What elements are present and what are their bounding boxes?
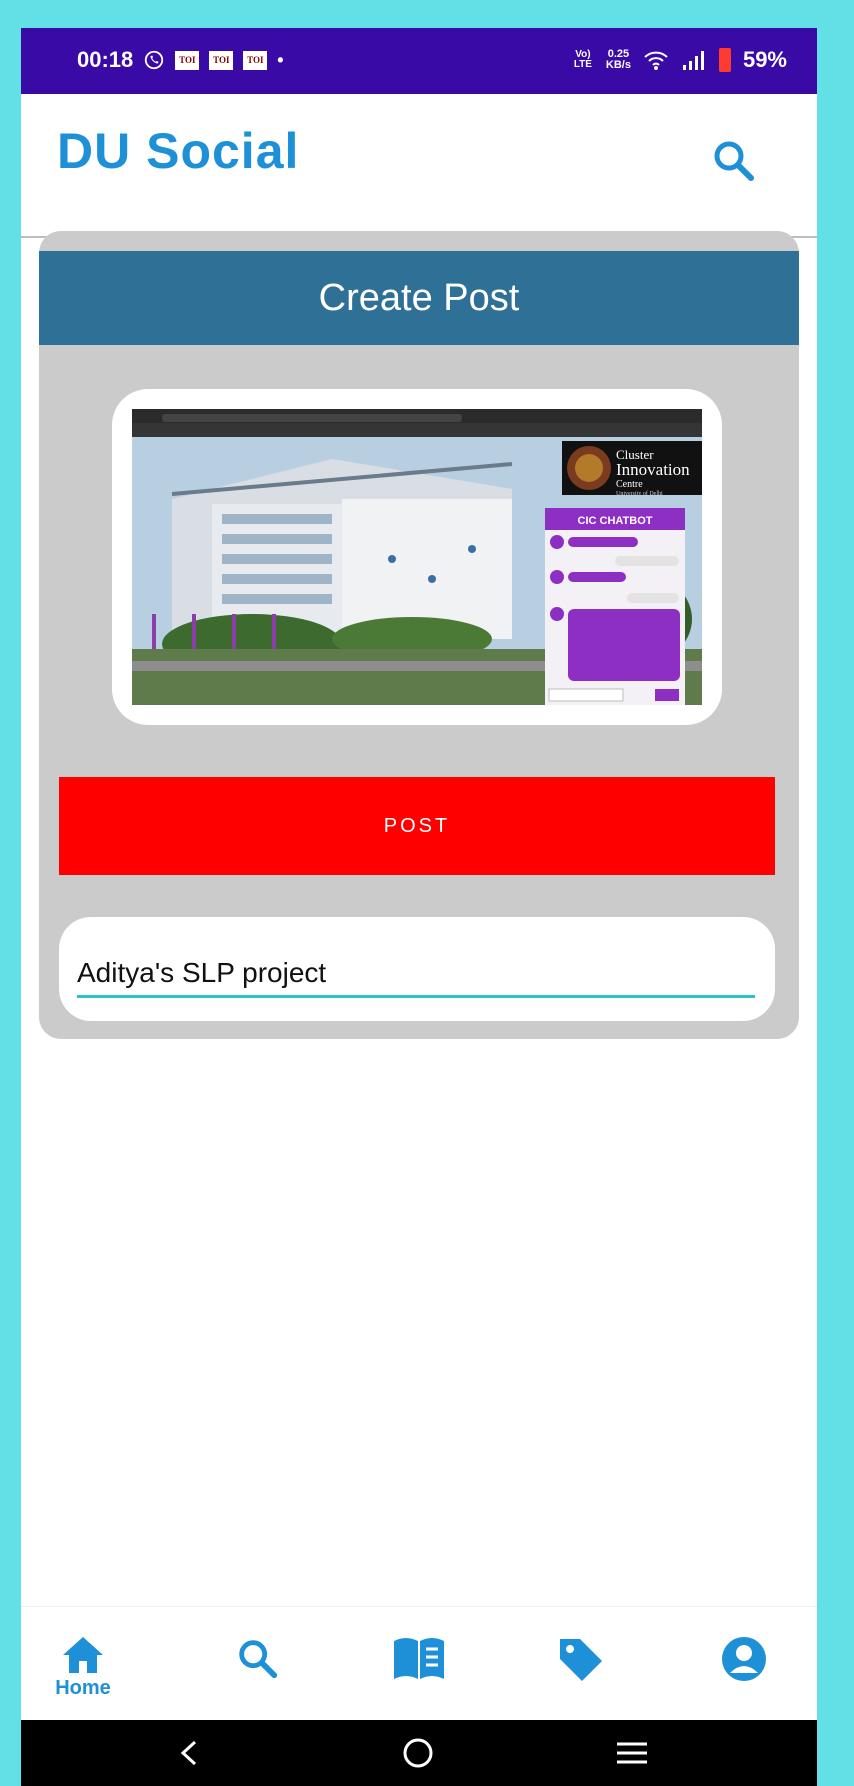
toi-notification-icon: TOI [243, 50, 268, 70]
post-image: Cluster Innovation Centre University of … [132, 409, 702, 705]
nav-feed[interactable] [389, 1635, 449, 1705]
logo-text-innovation: Innovation [616, 460, 690, 479]
net-speed: 0.25 KB/s [606, 49, 631, 71]
system-nav-bar [21, 1720, 817, 1786]
net-speed-unit: KB/s [605, 59, 631, 71]
post-button[interactable]: POST [59, 777, 775, 875]
battery-icon [718, 48, 731, 72]
whatsapp-icon [145, 50, 164, 70]
toi-notification-icon: TOI [209, 50, 234, 70]
bottom-nav: Home [21, 1606, 817, 1725]
signal-icon [682, 51, 704, 70]
logo-text-centre: Centre [616, 479, 643, 490]
dot-icon: • [277, 49, 284, 70]
menu-icon[interactable] [615, 1740, 649, 1766]
app-bar: DU Social [21, 94, 817, 238]
back-icon[interactable] [177, 1738, 201, 1768]
book-icon [394, 1638, 444, 1679]
status-bar: 00:18 TOI TOI TOI • Vo) LTE 0.25 KB/s 59… [21, 28, 817, 94]
toi-notification-icon: TOI [175, 50, 200, 70]
app-title: DU Social [57, 123, 300, 179]
image-preview[interactable]: Cluster Innovation Centre University of … [132, 409, 702, 705]
caption-box [59, 917, 775, 1021]
nav-profile[interactable] [714, 1635, 774, 1705]
battery-percent: 59% [742, 47, 787, 72]
status-time: 00:18 [77, 47, 134, 72]
nav-home-label: Home [55, 1677, 111, 1699]
search-icon[interactable] [709, 136, 757, 184]
search-icon [239, 1640, 278, 1679]
profile-icon [722, 1637, 766, 1681]
home-circle-icon[interactable] [402, 1737, 434, 1769]
nav-tags[interactable] [551, 1635, 611, 1705]
wifi-icon [644, 51, 668, 70]
tag-icon [560, 1639, 602, 1681]
create-post-card: Create Post Cluster Innovation Centre Un… [39, 231, 799, 1039]
logo-text-university: University of Delhi [616, 490, 663, 497]
phone-screen: 00:18 TOI TOI TOI • Vo) LTE 0.25 KB/s 59… [21, 28, 817, 1786]
card-header: Create Post [39, 251, 799, 345]
home-icon [63, 1637, 103, 1673]
nav-search[interactable] [227, 1635, 287, 1705]
chatbot-title: CIC CHATBOT [578, 515, 653, 527]
image-preview-frame[interactable]: Cluster Innovation Centre University of … [112, 389, 722, 725]
lte-label: Vo) LTE [573, 49, 592, 70]
nav-home[interactable]: Home [53, 1635, 113, 1705]
caption-input[interactable] [77, 955, 755, 998]
